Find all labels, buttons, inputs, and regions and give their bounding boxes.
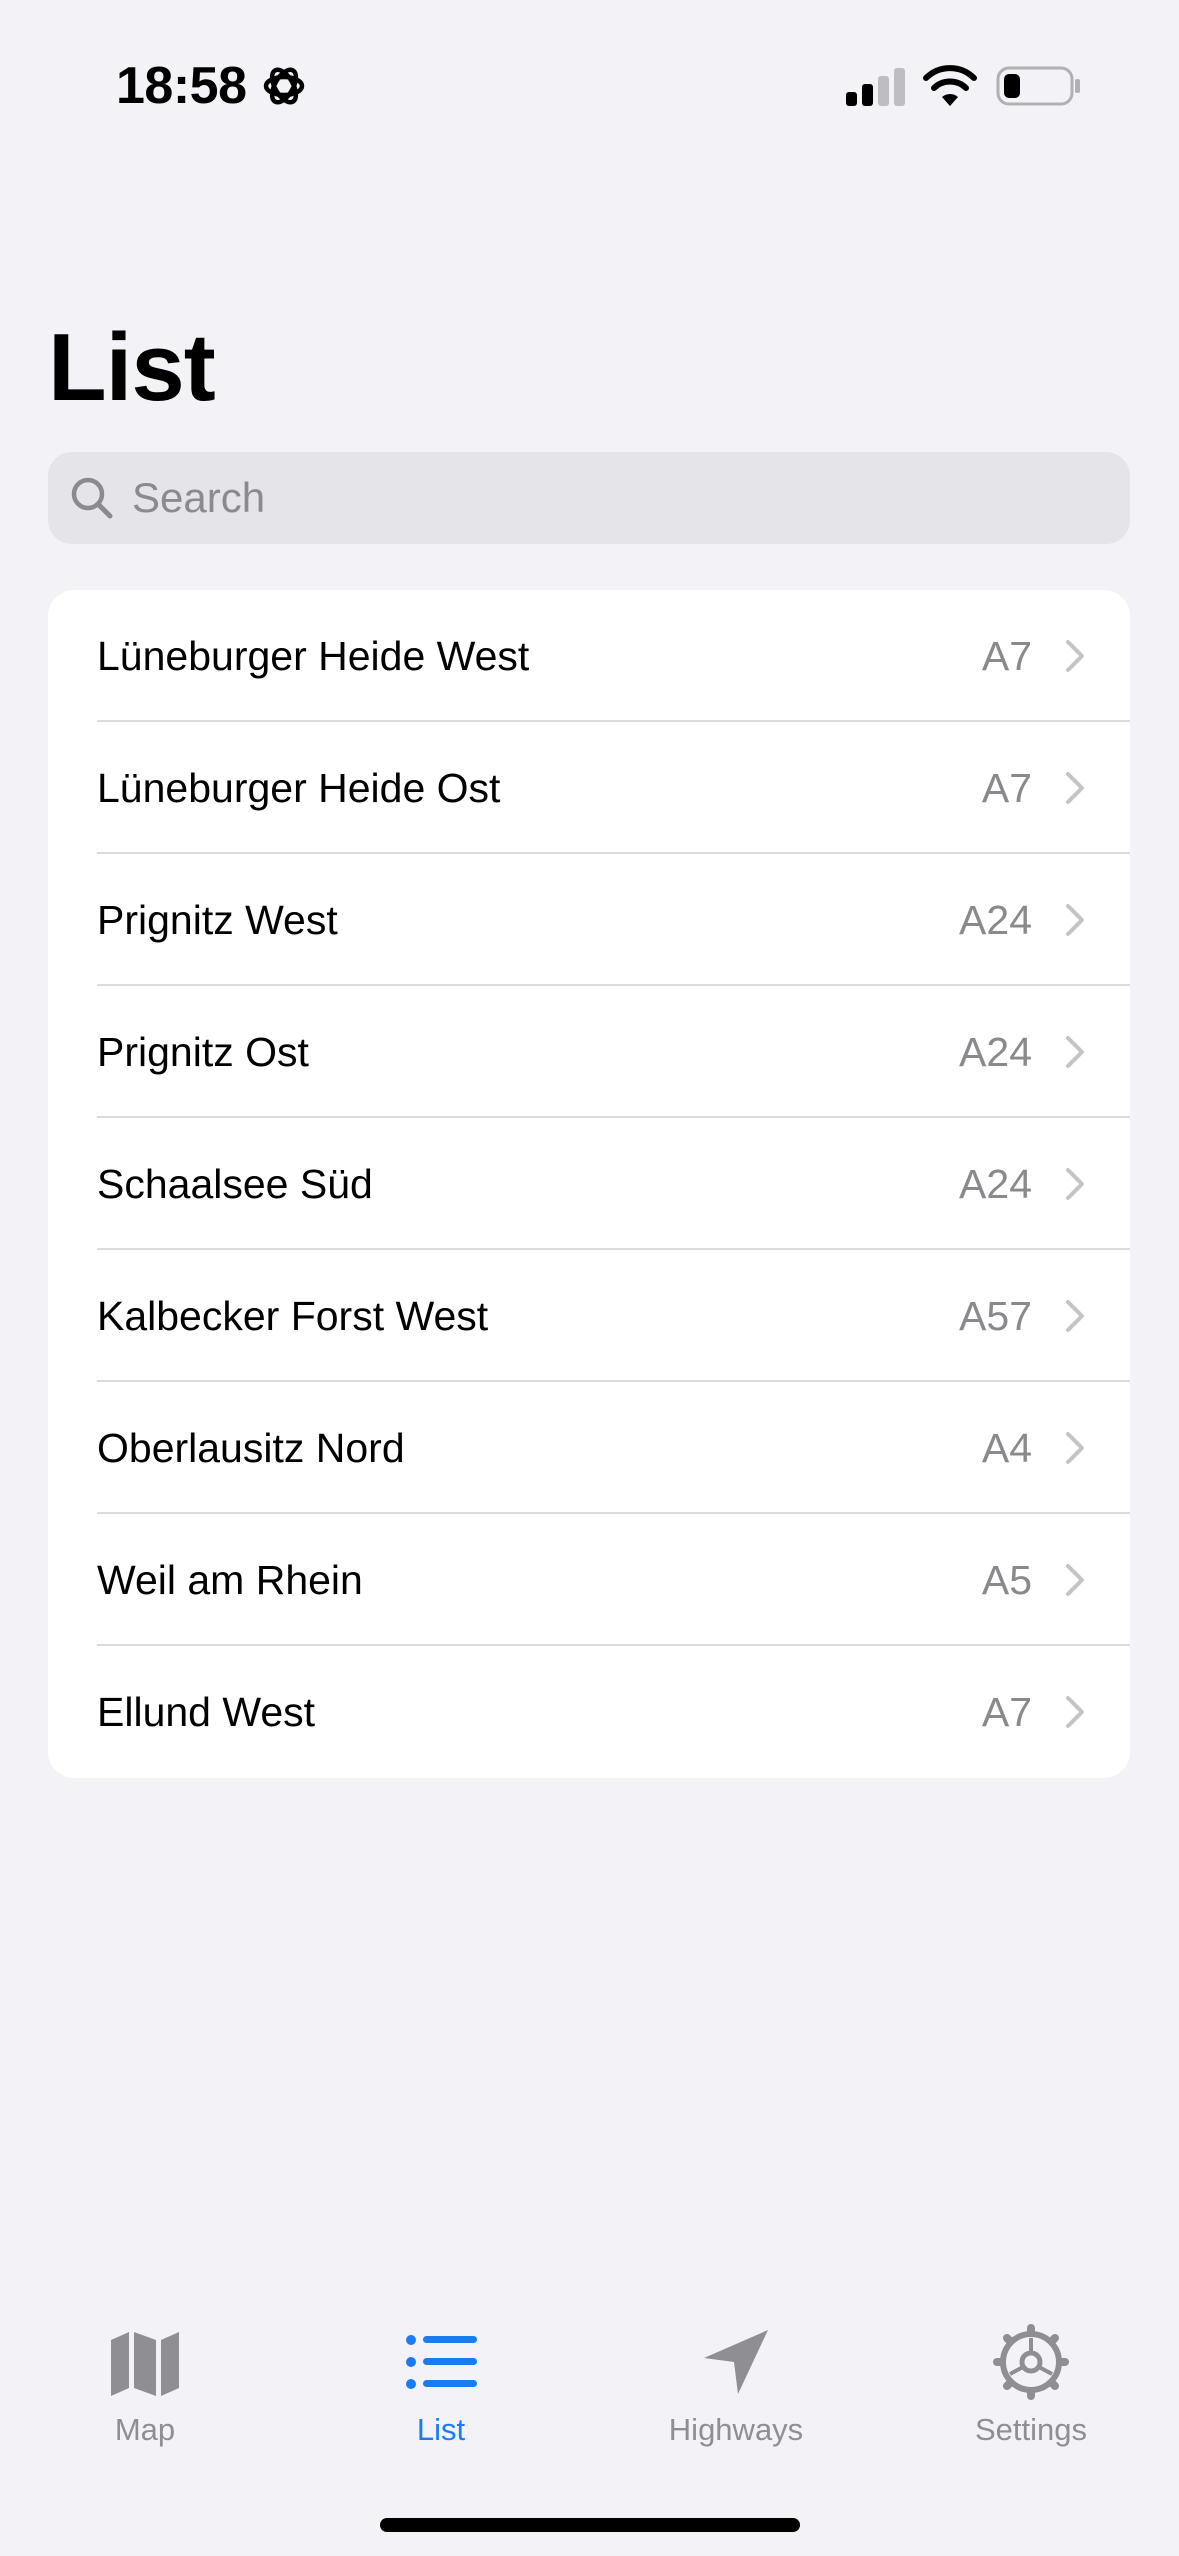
tab-settings[interactable]: Settings	[921, 2322, 1141, 2472]
rest-area-name: Schaalsee Süd	[97, 1161, 373, 1207]
gear-icon	[993, 2324, 1069, 2400]
highway-label: A7	[981, 1689, 1032, 1735]
wifi-icon	[923, 65, 977, 106]
rest-area-list: Lüneburger Heide West A7 Lüneburger Heide …	[48, 590, 1130, 1778]
list-item[interactable]: Weil am Rhein A5	[48, 1514, 1130, 1646]
rest-area-name: Ellund West	[97, 1689, 316, 1735]
map-icon	[111, 2332, 179, 2396]
rest-area-name: Prignitz West	[97, 897, 338, 943]
chevron-right-icon	[1066, 1564, 1084, 1596]
list-item[interactable]: Oberlausitz Nord A4	[48, 1382, 1130, 1514]
page-title: List	[48, 314, 216, 421]
rest-area-name: Oberlausitz Nord	[97, 1425, 405, 1471]
highway-label: A7	[981, 633, 1032, 679]
chevron-right-icon	[1066, 1696, 1084, 1728]
highway-label: A7	[981, 765, 1032, 811]
highway-label: A5	[981, 1557, 1032, 1603]
chevron-right-icon	[1066, 1432, 1084, 1464]
cellular-signal-icon	[846, 68, 905, 106]
search-input[interactable]: Search	[132, 452, 265, 544]
list-item[interactable]: Lüneburger Heide Ost A7	[48, 722, 1130, 854]
status-time: 18:58	[116, 57, 247, 115]
tab-list[interactable]: List	[331, 2322, 551, 2472]
list-item[interactable]: Prignitz West A24	[48, 854, 1130, 986]
highway-label: A24	[959, 1029, 1032, 1075]
list-item[interactable]: Schaalsee Süd A24	[48, 1118, 1130, 1250]
status-bar: 18:58	[0, 0, 1179, 170]
search-icon	[71, 477, 113, 519]
search-bar[interactable]: Search	[48, 452, 1130, 544]
rest-area-name: Lüneburger Heide West	[97, 633, 530, 679]
chevron-right-icon	[1066, 1036, 1084, 1068]
highway-label: A57	[959, 1293, 1032, 1339]
location-arrow-icon	[704, 2330, 768, 2394]
rest-area-name: Prignitz Ost	[97, 1029, 309, 1075]
list-icon	[406, 2335, 477, 2389]
rest-area-name: Kalbecker Forst West	[97, 1293, 489, 1339]
chevron-right-icon	[1066, 1168, 1084, 1200]
chevron-right-icon	[1066, 1300, 1084, 1332]
battery-icon	[996, 66, 1080, 106]
chevron-right-icon	[1066, 640, 1084, 672]
list-item[interactable]: Prignitz Ost A24	[48, 986, 1130, 1118]
tab-highways[interactable]: Highways	[626, 2322, 846, 2472]
list-item[interactable]: Ellund West A7	[48, 1646, 1130, 1778]
highway-label: A24	[959, 897, 1032, 943]
highway-label: A4	[981, 1425, 1032, 1471]
tab-label: Highways	[668, 2412, 804, 2447]
rest-area-name: Weil am Rhein	[97, 1557, 363, 1603]
chevron-right-icon	[1066, 904, 1084, 936]
rest-area-name: Lüneburger Heide Ost	[97, 765, 501, 811]
chevron-right-icon	[1066, 772, 1084, 804]
focus-mode-icon	[263, 67, 305, 105]
highway-label: A24	[959, 1161, 1032, 1207]
tab-label: List	[416, 2412, 466, 2447]
list-item[interactable]: Kalbecker Forst West A57	[48, 1250, 1130, 1382]
home-indicator	[380, 2518, 800, 2532]
tab-label: Settings	[974, 2412, 1087, 2447]
tab-label: Map	[114, 2412, 176, 2447]
list-item[interactable]: Lüneburger Heide West A7	[48, 590, 1130, 722]
tab-map[interactable]: Map	[35, 2322, 255, 2472]
